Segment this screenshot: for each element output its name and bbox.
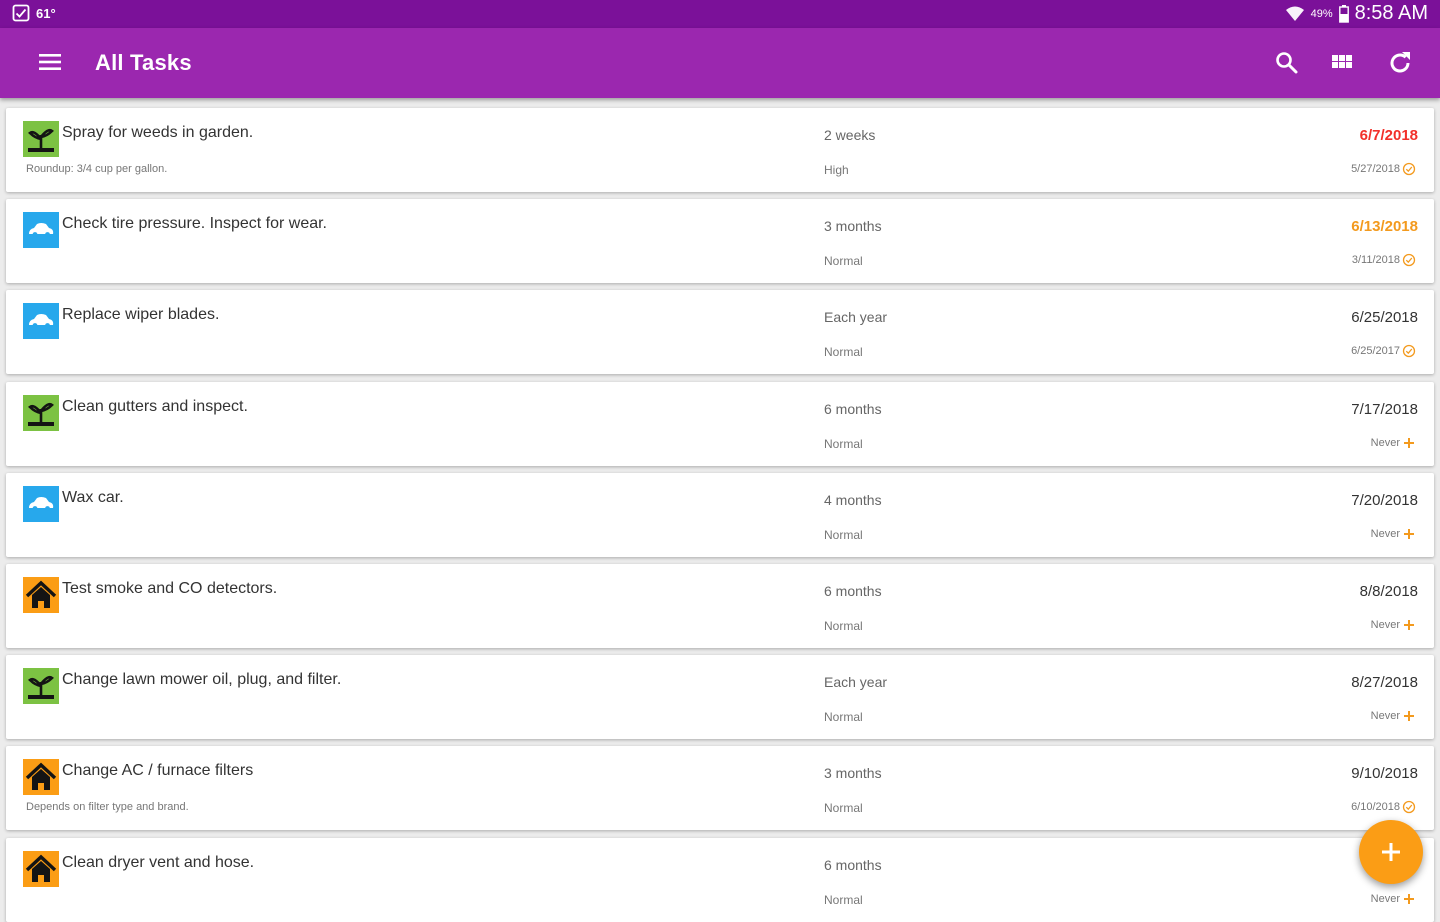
check-circle-icon[interactable] — [1402, 800, 1416, 814]
task-note: Depends on filter type and brand. — [26, 801, 189, 814]
house-icon — [23, 759, 59, 796]
last-done-text: Never — [1370, 527, 1400, 540]
task-title: Clean dryer vent and hose. — [62, 853, 255, 871]
task-last-done: Never — [1371, 527, 1416, 541]
plus-icon[interactable] — [1402, 618, 1416, 632]
task-due-date: 7/20/2018 — [1351, 491, 1418, 509]
house-icon — [23, 850, 59, 887]
car-icon — [23, 485, 59, 522]
last-done-text: 3/11/2018 — [1351, 254, 1400, 267]
task-due-date: 8/8/2018 — [1359, 583, 1418, 600]
task-frequency: 6 months — [824, 583, 882, 599]
garden-icon — [23, 394, 59, 431]
notification-icon — [12, 4, 30, 22]
task-frequency: 4 months — [824, 491, 882, 508]
last-done-text: Never — [1370, 710, 1400, 723]
task-card[interactable]: Clean dryer vent and hose. 6 months Normal… — [6, 837, 1434, 922]
task-card[interactable]: Test smoke and CO detectors. 6 months Norm… — [6, 564, 1434, 648]
task-priority: Normal — [824, 710, 863, 725]
plus-icon — [1382, 843, 1400, 861]
last-done-text: Never — [1370, 892, 1400, 905]
task-last-done: 3/11/2018 — [1352, 253, 1416, 267]
garden-icon — [23, 668, 59, 705]
task-priority: Normal — [824, 345, 863, 360]
task-frequency: 3 months — [824, 765, 882, 782]
task-title: Change AC / furnace filters — [62, 762, 254, 780]
task-frequency: 3 months — [824, 218, 882, 235]
task-title: Wax car. — [62, 488, 124, 506]
plus-icon[interactable] — [1402, 709, 1416, 723]
task-last-done: Never — [1371, 618, 1416, 632]
plus-icon[interactable] — [1402, 436, 1416, 450]
task-last-done: Never — [1371, 892, 1416, 906]
task-last-done: Never — [1371, 436, 1416, 450]
task-due-date: 6/7/2018 — [1359, 127, 1418, 144]
battery-percent: 49% — [1310, 7, 1333, 20]
task-due-date: 9/10/2018 — [1351, 765, 1418, 783]
battery-icon — [1338, 4, 1349, 23]
task-due-date: 6/25/2018 — [1351, 309, 1418, 327]
status-bar: 61° 49% 8:58 AM — [0, 0, 1440, 28]
task-frequency: 6 months — [824, 856, 882, 873]
task-title: Change lawn mower oil, plug, and filter. — [62, 671, 342, 689]
task-card[interactable]: Change lawn mower oil, plug, and filter.… — [6, 655, 1434, 740]
task-due-date: 6/13/2018 — [1351, 218, 1418, 236]
app-bar: All Tasks — [0, 28, 1440, 98]
grid-view-icon[interactable] — [1329, 50, 1355, 76]
task-frequency: 6 months — [824, 400, 882, 417]
task-due-date: 8/27/2018 — [1351, 674, 1418, 692]
task-priority: Normal — [824, 436, 863, 451]
refresh-icon[interactable] — [1386, 49, 1414, 77]
task-frequency: Each year — [824, 309, 888, 326]
task-priority: Normal — [824, 254, 863, 269]
house-icon — [23, 577, 59, 613]
last-done-text: 6/10/2018 — [1351, 801, 1400, 814]
task-last-done: 5/27/2018 — [1351, 162, 1416, 176]
task-due-date: 7/17/2018 — [1351, 400, 1418, 418]
clock-time: 8:58 AM — [1354, 2, 1428, 24]
status-left: 61° — [12, 4, 56, 22]
task-priority: Normal — [824, 801, 863, 816]
task-card[interactable]: Change AC / furnace filters Depends on fi… — [6, 746, 1434, 831]
search-icon[interactable] — [1274, 50, 1300, 76]
check-circle-icon[interactable] — [1402, 162, 1416, 176]
last-done-text: Never — [1370, 436, 1400, 449]
wifi-icon — [1285, 6, 1304, 21]
task-frequency: 2 weeks — [824, 127, 876, 143]
task-title: Clean gutters and inspect. — [62, 397, 248, 415]
check-circle-icon[interactable] — [1402, 344, 1416, 358]
plus-icon[interactable] — [1402, 527, 1416, 541]
add-task-button[interactable] — [1359, 820, 1423, 884]
task-card[interactable]: Clean gutters and inspect. 6 months Normal… — [6, 381, 1434, 466]
status-right: 49% 8:58 AM — [1285, 2, 1428, 25]
page-title: All Tasks — [95, 50, 192, 75]
task-title: Replace wiper blades. — [62, 306, 220, 324]
task-priority: Normal — [824, 527, 863, 542]
last-done-text: Never — [1370, 619, 1400, 631]
task-priority: High — [824, 163, 849, 177]
task-card[interactable]: Spray for weeds in garden. Roundup: 3/4 c… — [6, 108, 1434, 192]
task-title: Spray for weeds in garden. — [62, 124, 254, 141]
task-priority: Normal — [824, 619, 863, 633]
task-last-done: Never — [1371, 709, 1416, 723]
task-title: Check tire pressure. Inspect for wear. — [62, 215, 327, 233]
task-last-done: 6/10/2018 — [1351, 800, 1416, 814]
task-card[interactable]: Wax car. 4 months Normal 7/20/2018 Never — [6, 472, 1434, 557]
task-note: Roundup: 3/4 cup per gallon. — [26, 163, 168, 175]
garden-icon — [23, 121, 59, 157]
task-frequency: Each year — [824, 674, 888, 691]
last-done-text: 5/27/2018 — [1351, 163, 1400, 175]
temperature-text: 61° — [36, 5, 56, 21]
menu-icon[interactable] — [38, 50, 62, 74]
car-icon — [23, 212, 59, 249]
task-title: Test smoke and CO detectors. — [62, 580, 278, 597]
task-card[interactable]: Check tire pressure. Inspect for wear. 3 … — [6, 199, 1434, 284]
task-card[interactable]: Replace wiper blades. Each year Normal 6/25… — [6, 290, 1434, 375]
task-last-done: 6/25/2017 — [1351, 344, 1416, 358]
car-icon — [23, 303, 59, 340]
last-done-text: 6/25/2017 — [1351, 345, 1400, 358]
check-circle-icon[interactable] — [1402, 253, 1416, 267]
plus-icon[interactable] — [1402, 892, 1416, 906]
